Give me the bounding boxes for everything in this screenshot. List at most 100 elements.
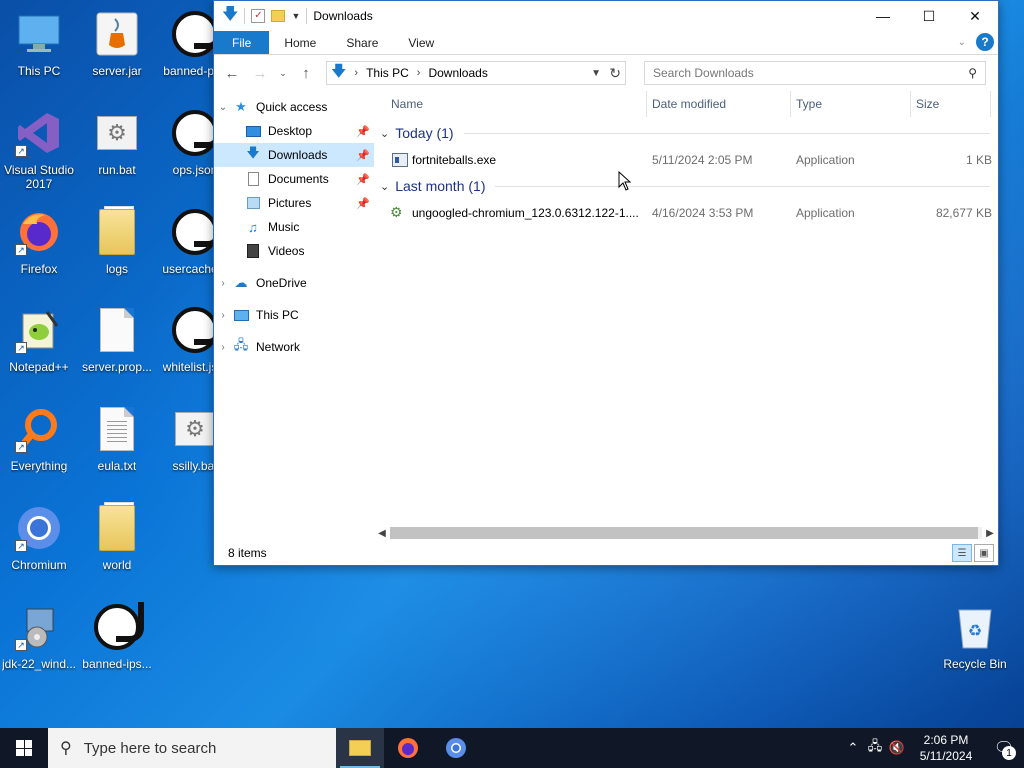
file-row[interactable]: ⚙ ungoogled-chromium_123.0.6312.122-1...… (388, 202, 992, 224)
scroll-track[interactable] (390, 527, 982, 539)
column-header-name[interactable]: Name (391, 97, 423, 111)
nav-item-downloads[interactable]: 🡇 Downloads 📌 (214, 143, 374, 167)
details-view-button[interactable]: ☰ (952, 544, 972, 562)
customize-toolbar-chevron-icon[interactable]: ▼ (291, 11, 300, 21)
scroll-left-arrow-icon[interactable]: ◀ (374, 528, 390, 539)
desktop-icon-jdk-installer[interactable]: ↗ jdk-22_wind... (0, 597, 78, 687)
desktop-icon-recycle-bin[interactable]: ♻ Recycle Bin (936, 597, 1014, 687)
column-header-size[interactable]: Size (916, 97, 939, 111)
breadcrumb-downloads[interactable]: Downloads (428, 66, 487, 80)
expand-chevron-icon[interactable]: › (214, 310, 232, 321)
collapse-chevron-icon[interactable]: ⌄ (380, 180, 389, 193)
desktop-icon-server-jar[interactable]: server.jar (78, 4, 156, 94)
folder-icon (93, 206, 141, 256)
group-divider (495, 185, 990, 187)
file-name: fortniteballs.exe (412, 153, 497, 167)
file-row[interactable]: fortniteballs.exe 5/11/2024 2:05 PM Appl… (388, 149, 992, 171)
expand-chevron-icon[interactable]: ⌄ (214, 102, 232, 113)
properties-icon[interactable]: ✓ (251, 9, 266, 23)
expand-chevron-icon[interactable]: › (214, 278, 232, 289)
recent-locations-chevron-icon[interactable]: ⌄ (276, 61, 290, 85)
address-history-chevron-icon[interactable]: ▼ (591, 68, 601, 79)
nav-item-desktop[interactable]: Desktop 📌 (214, 119, 374, 143)
address-bar[interactable]: 🡇 › This PC › Downloads ▼ ↻ (326, 61, 626, 85)
back-button[interactable]: ← (220, 61, 244, 85)
action-center-button[interactable]: 🗨 1 (984, 728, 1024, 768)
nav-item-label: This PC (256, 308, 299, 322)
scroll-thumb[interactable] (390, 527, 978, 539)
show-hidden-icons-chevron-icon[interactable]: ⌃ (842, 740, 864, 756)
nav-item-network[interactable]: › 🖧 Network (214, 335, 374, 359)
column-divider (990, 91, 991, 117)
desktop-icon-firefox[interactable]: ↗ Firefox (0, 202, 78, 292)
file-type: Application (796, 153, 855, 167)
file-explorer-window[interactable]: 🡇 ✓ ▼ Downloads — ☐ ✕ File Home Share Vi… (213, 0, 999, 566)
nav-item-music[interactable]: ♫ Music (214, 215, 374, 239)
text-file-icon (93, 405, 141, 453)
json-file-icon (171, 108, 222, 157)
nav-item-this-pc[interactable]: › This PC (214, 303, 374, 327)
desktop-icon-this-pc[interactable]: This PC (0, 4, 78, 94)
scroll-right-arrow-icon[interactable]: ▶ (982, 528, 998, 539)
expand-chevron-icon[interactable]: › (214, 342, 232, 353)
new-folder-icon[interactable] (271, 10, 286, 22)
title-bar[interactable]: 🡇 ✓ ▼ Downloads — ☐ ✕ (214, 1, 998, 31)
desktop-icon-notepadpp[interactable]: ↗ Notepad++ (0, 300, 78, 390)
close-button[interactable]: ✕ (952, 1, 998, 31)
batch-file-icon: ⚙ (93, 109, 141, 157)
taskbar-file-explorer[interactable] (336, 728, 384, 768)
group-header-today[interactable]: ⌄ Today (1) (380, 125, 990, 141)
tab-file[interactable]: File (214, 31, 270, 54)
collapse-chevron-icon[interactable]: ⌄ (380, 127, 389, 140)
large-icons-view-button[interactable]: ▣ (974, 544, 994, 562)
nav-item-onedrive[interactable]: › ☁ OneDrive (214, 271, 374, 295)
nav-item-pictures[interactable]: Pictures 📌 (214, 191, 374, 215)
file-list[interactable]: Name Date modified Type Size ⌄ Today (1)… (374, 91, 998, 541)
column-divider (910, 91, 911, 117)
navigation-pane[interactable]: ⌄ ★ Quick access Desktop 📌 🡇 Downloads 📌… (214, 91, 374, 541)
desktop-icon-run-bat[interactable]: ⚙ run.bat (78, 103, 156, 193)
desktop-icon-server-properties[interactable]: server.prop... (78, 300, 156, 390)
search-icon: ⚲ (968, 66, 977, 80)
horizontal-scrollbar[interactable]: ◀ ▶ (374, 525, 998, 541)
nav-item-quick-access[interactable]: ⌄ ★ Quick access (214, 95, 374, 119)
network-status-icon[interactable]: 🖧 (864, 737, 886, 759)
nav-item-documents[interactable]: Documents 📌 (214, 167, 374, 191)
help-icon[interactable]: ? (976, 33, 994, 51)
desktop-icon-chromium[interactable]: ↗ Chromium (0, 498, 78, 588)
group-header-last-month[interactable]: ⌄ Last month (1) (380, 178, 990, 194)
tab-home[interactable]: Home (269, 31, 331, 54)
breadcrumb-this-pc[interactable]: This PC (366, 66, 409, 80)
desktop-icon-everything[interactable]: ↗ Everything (0, 399, 78, 489)
tab-share[interactable]: Share (331, 31, 393, 54)
nav-item-videos[interactable]: Videos (214, 239, 374, 263)
group-divider (463, 132, 990, 134)
expand-ribbon-chevron-icon[interactable]: ⌄ (958, 37, 966, 48)
maximize-button[interactable]: ☐ (906, 1, 952, 31)
desktop-icon-banned-ips[interactable]: banned-ips... (78, 597, 156, 687)
nav-item-label: OneDrive (256, 276, 307, 290)
desktop-icon-visual-studio[interactable]: ↗ Visual Studio 2017 (0, 103, 78, 193)
desktop-icon-world[interactable]: world (78, 498, 156, 588)
desktop-icon-eula[interactable]: eula.txt (78, 399, 156, 489)
taskbar-firefox[interactable] (384, 728, 432, 768)
tab-view[interactable]: View (393, 31, 449, 54)
taskbar-search-box[interactable]: ⚲ Type here to search (48, 728, 336, 768)
pin-icon: 📌 (356, 149, 370, 162)
up-button[interactable]: ↑ (294, 61, 318, 85)
search-input[interactable]: Search Downloads ⚲ (644, 61, 986, 85)
network-icon: 🖧 (233, 337, 249, 352)
desktop-icon-logs[interactable]: logs (78, 202, 156, 292)
forward-button[interactable]: → (248, 61, 272, 85)
column-header-date[interactable]: Date modified (652, 97, 726, 111)
start-button[interactable] (0, 728, 48, 768)
videos-icon (244, 243, 262, 259)
toolbar-divider (306, 8, 308, 24)
clock[interactable]: 2:06 PM 5/11/2024 (908, 732, 984, 764)
minimize-button[interactable]: — (860, 1, 906, 31)
volume-muted-icon[interactable]: 🔇 (886, 740, 908, 756)
taskbar-chromium[interactable] (432, 728, 480, 768)
breadcrumb-separator: › (354, 67, 359, 79)
column-header-type[interactable]: Type (796, 97, 822, 111)
refresh-icon[interactable]: ↻ (609, 65, 621, 82)
